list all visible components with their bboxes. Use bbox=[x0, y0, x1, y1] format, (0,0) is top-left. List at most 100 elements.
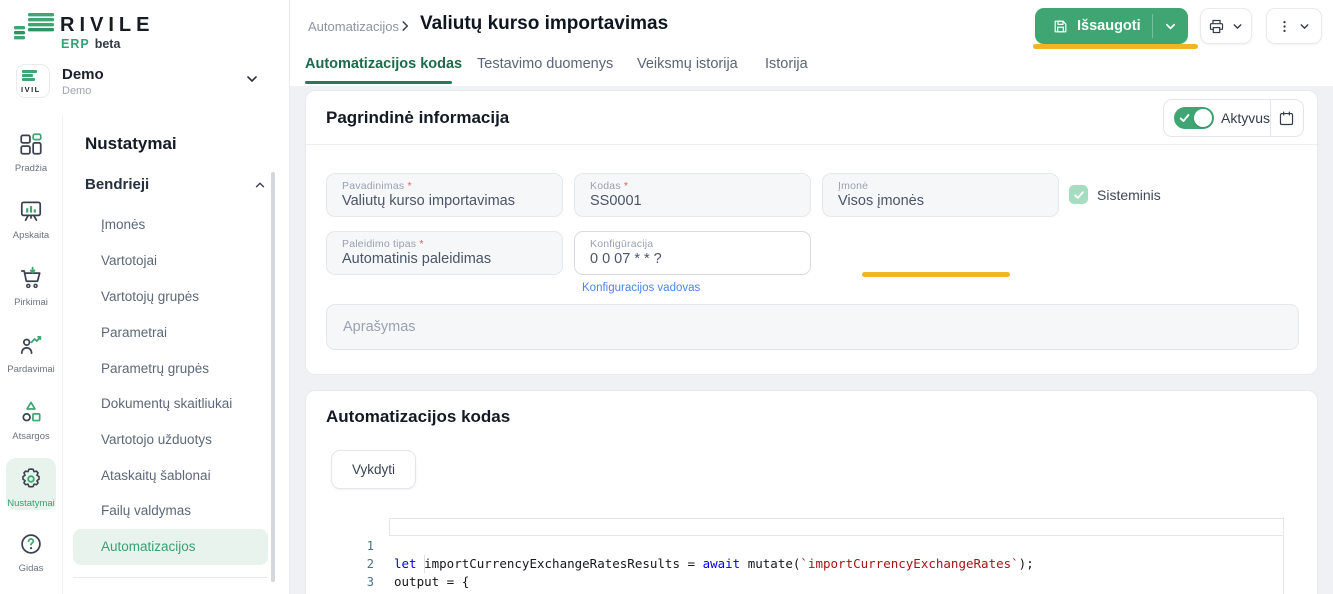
code-line: 1 let importCurrencyExchangeRatesResults… bbox=[326, 519, 1309, 537]
check-icon bbox=[1073, 189, 1085, 201]
field-label: Kodas * bbox=[590, 180, 795, 192]
imone-input[interactable] bbox=[838, 192, 1043, 209]
calendar-button[interactable] bbox=[1271, 100, 1303, 136]
run-button-label: Vykdyti bbox=[352, 462, 395, 477]
menu-scrollbar[interactable] bbox=[271, 172, 275, 582]
tab-automatizacijos-kodas[interactable]: Automatizacijos kodas bbox=[305, 56, 462, 72]
menu-item-dokumentu-skaitliukai[interactable]: Dokumentų skaitliukai bbox=[73, 386, 268, 422]
page-title: Valiutų kurso importavimas bbox=[420, 13, 668, 35]
shapes-icon bbox=[18, 399, 44, 425]
code-editor[interactable]: 1 let importCurrencyExchangeRatesResults… bbox=[326, 517, 1309, 594]
field-paleidimo-tipas[interactable]: Paleidimo tipas * bbox=[326, 231, 563, 275]
active-toggle-label: Aktyvus bbox=[1221, 110, 1270, 126]
field-kodas[interactable]: Kodas * bbox=[574, 173, 811, 217]
config-guide-link[interactable]: Konfiguracijos vadovas bbox=[582, 282, 700, 294]
rail-item-pirkimai[interactable]: Pirkimai bbox=[0, 265, 62, 308]
brand-logo: RIVILE ERP beta bbox=[14, 10, 274, 54]
rail-item-nustatymai[interactable]: Nustatymai bbox=[0, 466, 62, 509]
aprasymas-textarea[interactable] bbox=[326, 304, 1299, 350]
rail-label: Pardavimai bbox=[0, 364, 62, 375]
kodas-input[interactable] bbox=[590, 192, 795, 209]
rivile-logo-icon bbox=[14, 10, 58, 46]
chart-board-icon bbox=[18, 198, 44, 224]
highlight-underline-save bbox=[1033, 44, 1198, 49]
company-avatar: IVIL bbox=[16, 64, 50, 98]
menu-item-failu-valdymas[interactable]: Failų valdymas bbox=[73, 493, 268, 529]
help-icon bbox=[18, 531, 44, 557]
menu-item-vartotojai[interactable]: Vartotojai bbox=[73, 243, 268, 279]
gear-icon bbox=[18, 466, 44, 492]
field-imone[interactable]: Įmonė bbox=[822, 173, 1059, 217]
tab-veiksmu-istorija[interactable]: Veiksmų istorija bbox=[637, 56, 738, 72]
company-name: Demo bbox=[62, 66, 104, 83]
menu-item-vartotoju-grupes[interactable]: Vartotojų grupės bbox=[73, 279, 268, 315]
rail-item-atsargos[interactable]: Atsargos bbox=[0, 399, 62, 442]
sisteminis-checkbox-row[interactable]: Sisteminis bbox=[1069, 185, 1161, 204]
print-button[interactable] bbox=[1200, 8, 1252, 44]
chevron-up-icon bbox=[253, 178, 267, 192]
rail-label: Pirkimai bbox=[0, 297, 62, 308]
field-label: Pavadinimas * bbox=[342, 180, 547, 192]
active-toggle-box: Aktyvus bbox=[1163, 99, 1304, 137]
card-title: Automatizacijos kodas bbox=[326, 407, 510, 427]
breadcrumb[interactable]: Automatizacijos bbox=[308, 19, 399, 34]
menu-group-bendrieji[interactable]: Bendrieji bbox=[85, 176, 265, 193]
code-line: 3 message: importCurrencyExchangeRatesRe… bbox=[326, 555, 1309, 573]
menu-title: Nustatymai bbox=[85, 134, 177, 154]
sales-person-icon bbox=[18, 332, 44, 358]
menu-item-automatizacijos[interactable]: Automatizacijos bbox=[73, 529, 268, 565]
company-avatar-text: IVIL bbox=[21, 85, 41, 94]
save-dropdown-button[interactable] bbox=[1153, 19, 1187, 34]
field-pavadinimas[interactable]: Pavadinimas * bbox=[326, 173, 563, 217]
rail-label: Atsargos bbox=[0, 431, 62, 442]
chevron-down-icon bbox=[1163, 19, 1178, 34]
rail-item-pardavimai[interactable]: Pardavimai bbox=[0, 332, 62, 375]
menu-item-ataskaitu-sablonai[interactable]: Ataskaitų šablonai bbox=[73, 458, 268, 494]
save-button[interactable]: Išsaugoti bbox=[1035, 8, 1188, 44]
general-info-card: Pagrindinė informacija Aktyvus Pavadinim… bbox=[305, 90, 1318, 375]
field-konfiguracija[interactable]: Konfigūracija bbox=[574, 231, 811, 275]
pavadinimas-input[interactable] bbox=[342, 192, 547, 209]
field-label: Įmonė bbox=[838, 180, 1043, 192]
tab-istorija[interactable]: Istorija bbox=[765, 56, 808, 72]
save-button-label: Išsaugoti bbox=[1077, 18, 1141, 34]
chevron-down-icon bbox=[1298, 20, 1311, 33]
active-tab-underline bbox=[305, 81, 452, 84]
sisteminis-checkbox[interactable] bbox=[1069, 185, 1088, 204]
automation-code-card: Automatizacijos kodas Vykdyti 1 let impo… bbox=[305, 390, 1318, 594]
company-subtitle: Demo bbox=[62, 85, 91, 97]
rail-label: Nustatymai bbox=[0, 498, 62, 509]
company-selector[interactable]: IVIL Demo Demo bbox=[0, 62, 290, 110]
brand-subtitle: ERP beta bbox=[61, 37, 120, 51]
tab-testavimo-duomenys[interactable]: Testavimo duomenys bbox=[477, 56, 613, 72]
run-button[interactable]: Vykdyti bbox=[331, 450, 416, 489]
brand-name: RIVILE bbox=[60, 14, 154, 37]
main-area: Automatizacijos Valiutų kurso importavim… bbox=[290, 0, 1333, 594]
menu-item-parametrai[interactable]: Parametrai bbox=[73, 315, 268, 351]
chevron-down-icon bbox=[1231, 20, 1244, 33]
check-icon bbox=[1179, 111, 1191, 125]
active-toggle[interactable] bbox=[1174, 107, 1214, 129]
card-title: Pagrindinė informacija bbox=[326, 108, 509, 128]
menu-item-parametru-grupes[interactable]: Parametrų grupės bbox=[73, 351, 268, 387]
card-header-divider bbox=[306, 144, 1317, 145]
brand-beta: beta bbox=[95, 37, 121, 51]
sisteminis-label: Sisteminis bbox=[1097, 187, 1161, 203]
konfiguracija-input[interactable] bbox=[590, 250, 795, 267]
menu-item-vartotojo-uzduotys[interactable]: Vartotojo užduotys bbox=[73, 422, 268, 458]
chevron-down-icon bbox=[244, 71, 260, 87]
chevron-right-icon bbox=[398, 19, 412, 33]
field-label: Konfigūracija bbox=[590, 238, 795, 250]
code-line: 2 output = { bbox=[326, 537, 1309, 555]
highlight-underline-konfiguracija bbox=[862, 272, 1010, 277]
more-actions-button[interactable] bbox=[1266, 8, 1322, 44]
menu-item-imones[interactable]: Įmonės bbox=[73, 207, 268, 243]
rail-item-pradzia[interactable]: Pradžia bbox=[0, 131, 62, 174]
rail-item-apskaita[interactable]: Apskaita bbox=[0, 198, 62, 241]
rail-label: Pradžia bbox=[0, 163, 62, 174]
page-header: Automatizacijos Valiutų kurso importavim… bbox=[290, 0, 1333, 86]
rail-item-gidas[interactable]: Gidas bbox=[0, 531, 62, 574]
cart-icon bbox=[18, 265, 44, 291]
brand-erp: ERP bbox=[61, 37, 90, 51]
paleidimo-tipas-input[interactable] bbox=[342, 250, 547, 267]
